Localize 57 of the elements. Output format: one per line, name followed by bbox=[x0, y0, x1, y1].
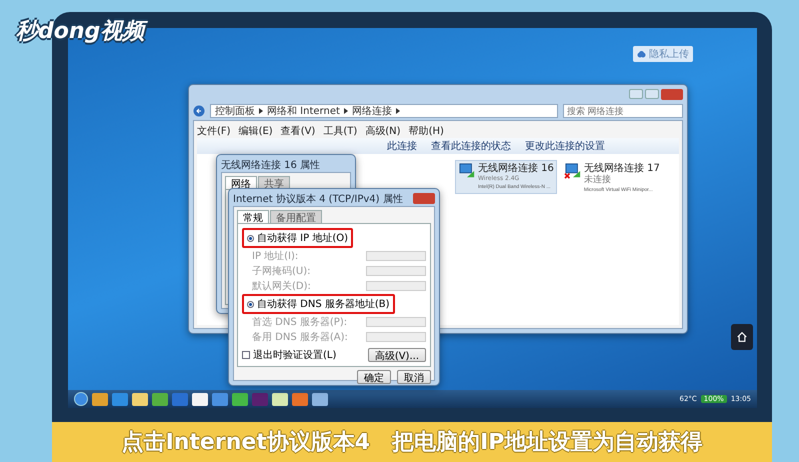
field-label: IP 地址(I): bbox=[252, 250, 298, 263]
cloud-icon bbox=[637, 50, 646, 58]
app-tile-icon[interactable] bbox=[132, 392, 148, 406]
app-tile-icon[interactable] bbox=[272, 392, 288, 406]
app-tile-icon[interactable] bbox=[112, 392, 128, 406]
dialog-button[interactable]: 取消 bbox=[397, 370, 431, 384]
dialog-title: 无线网络连接 16 属性 bbox=[221, 158, 320, 172]
dialog-tab[interactable]: 常规 bbox=[237, 210, 269, 224]
radio-option[interactable]: 自动获得 DNS 服务器地址(B) bbox=[242, 294, 395, 314]
app-tile-icon[interactable] bbox=[172, 392, 188, 406]
minimize-button[interactable] bbox=[629, 89, 643, 99]
adapter-status: 未连接 bbox=[584, 175, 612, 186]
dialog-button[interactable]: 确定 bbox=[357, 370, 391, 384]
adapter-name: 无线网络连接 16 bbox=[478, 163, 554, 175]
search-field[interactable]: 搜索 网络连接 bbox=[563, 104, 683, 118]
validate-checkbox[interactable]: 退出时验证设置(L) bbox=[242, 348, 336, 362]
toolbar-command[interactable]: 此连接 bbox=[387, 139, 417, 153]
app-tile-icon[interactable] bbox=[92, 392, 108, 406]
app-tile-icon[interactable] bbox=[252, 392, 268, 406]
network-adapter-icon bbox=[458, 163, 476, 179]
menu-item[interactable]: 查看(V) bbox=[280, 124, 316, 138]
toolbar-command[interactable]: 更改此连接的设置 bbox=[525, 139, 605, 153]
breadcrumb-item[interactable]: 网络连接 bbox=[352, 104, 392, 118]
chevron-icon bbox=[396, 108, 400, 114]
field-label: 子网掩码(U): bbox=[252, 265, 310, 278]
app-tile-icon[interactable] bbox=[152, 392, 168, 406]
home-icon bbox=[737, 330, 747, 344]
maximize-button[interactable] bbox=[645, 89, 659, 99]
field-label: 备用 DNS 服务器(A): bbox=[252, 331, 348, 344]
address-bar[interactable]: 控制面板 网络和 Internet 网络连接 bbox=[210, 104, 558, 118]
advanced-button[interactable]: 高级(V)... bbox=[368, 348, 426, 362]
app-tile-icon[interactable] bbox=[192, 392, 208, 406]
radio-option[interactable]: 自动获得 IP 地址(O) bbox=[242, 228, 354, 248]
field-label: 默认网关(D): bbox=[252, 280, 311, 293]
home-button[interactable] bbox=[731, 324, 753, 350]
dialog-title: Internet 协议版本 4 (TCP/IPv4) 属性 bbox=[233, 192, 403, 206]
breadcrumb-item[interactable]: 网络和 Internet bbox=[267, 104, 340, 118]
menu-item[interactable]: 文件(F) bbox=[197, 124, 231, 138]
dialog-tab[interactable]: 备用配置 bbox=[270, 210, 322, 224]
menu-item[interactable]: 编辑(E) bbox=[238, 124, 273, 138]
adapter-name: 无线网络连接 17 bbox=[584, 163, 660, 174]
badge-label: 隐私上传 bbox=[649, 48, 689, 61]
chevron-icon bbox=[344, 108, 348, 114]
menu-item[interactable]: 工具(T) bbox=[323, 124, 358, 138]
app-tile-icon[interactable] bbox=[232, 392, 248, 406]
breadcrumb-item[interactable]: 控制面板 bbox=[215, 104, 255, 118]
menu-item[interactable]: 高级(N) bbox=[365, 124, 401, 138]
app-tile-icon[interactable] bbox=[292, 392, 308, 406]
subtitle-caption: 点击Internet协议版本4 把电脑的IP地址设置为自动获得 bbox=[52, 422, 772, 462]
app-tile-icon[interactable] bbox=[212, 392, 228, 406]
field-label: 首选 DNS 服务器(P): bbox=[252, 316, 348, 329]
chevron-icon bbox=[259, 108, 263, 114]
network-disconnected-icon bbox=[564, 163, 582, 179]
app-tile-icon[interactable] bbox=[312, 392, 328, 406]
toolbar-command[interactable]: 查看此连接的状态 bbox=[431, 139, 511, 153]
menu-item[interactable]: 帮助(H) bbox=[408, 124, 444, 138]
start-orb-icon[interactable] bbox=[74, 392, 88, 406]
